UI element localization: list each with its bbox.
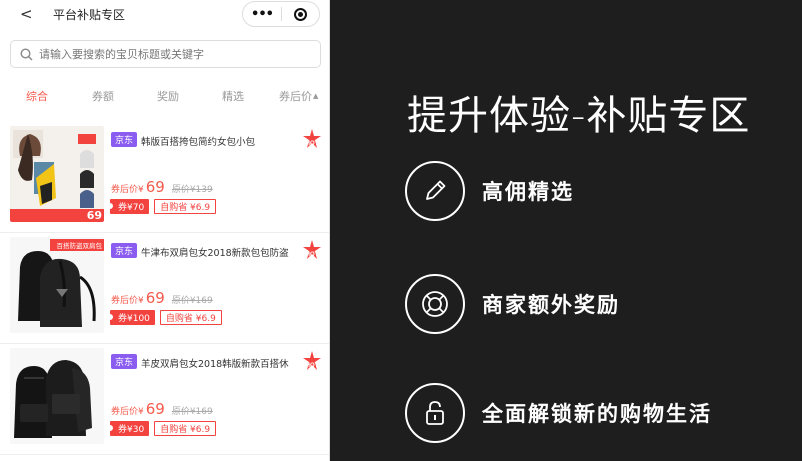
svg-text:HOT: HOT <box>306 363 319 369</box>
product-title: 牛津布双肩包女2018新款包包防盗 <box>141 248 289 259</box>
coupon-row: 券¥70 自购省 ¥6.9 <box>106 199 217 214</box>
original-price: 原价¥169 <box>171 296 213 306</box>
original-price: 原价¥169 <box>171 407 213 417</box>
svg-text:HOT: HOT <box>306 252 319 258</box>
thumbnail-sticker: 百搭防盗双肩包 <box>56 242 103 250</box>
tab-reward[interactable]: 奖励 <box>157 88 179 104</box>
product-card[interactable]: 69 京东 韩版百搭挎包简约女包小包 HOT 券后价¥ 69 原价¥139 券¥… <box>0 122 329 233</box>
sort-tabs: 综合 券额 奖励 精选 券后价▲ <box>0 88 329 108</box>
backpack-image <box>10 237 104 333</box>
coupon-badge: 券¥70 <box>106 199 150 214</box>
mini-program-screen: < 平台补贴专区 ••• 请输入要搜索的宝贝标题或关键字 综合 券额 奖励 精选… <box>0 0 330 461</box>
promo-panel: 提升体验-补贴专区 高佣精选 商家额外奖励 全面解锁新的购物生活 <box>331 0 802 461</box>
tab-coupon-amount[interactable]: 券额 <box>92 88 114 104</box>
hot-icon: HOT <box>303 351 321 370</box>
thumbnail-price-sticker: 69 <box>86 209 102 222</box>
back-icon[interactable]: < <box>20 5 33 23</box>
price-value: 69 <box>145 178 165 196</box>
hot-icon: HOT <box>303 240 321 259</box>
self-buy-save-badge: 自购省 ¥6.9 <box>154 421 217 436</box>
self-buy-save-badge: 自购省 ¥6.9 <box>154 199 217 214</box>
product-thumbnail <box>10 348 104 444</box>
hot-icon: HOT <box>303 129 321 148</box>
search-input[interactable]: 请输入要搜索的宝贝标题或关键字 <box>39 46 204 62</box>
promo-headline: 提升体验-补贴专区 <box>407 93 751 139</box>
leather-backpack-image <box>10 348 104 444</box>
feature-item: 全面解锁新的购物生活 <box>405 383 712 443</box>
price-row: 券后价¥ 69 原价¥169 <box>111 289 213 307</box>
sort-arrow-icon: ▲ <box>313 92 319 100</box>
handbag-image <box>10 126 104 222</box>
page-title: 平台补贴专区 <box>53 8 126 22</box>
platform-badge: 京东 <box>111 243 138 258</box>
lock-icon <box>405 383 465 443</box>
price-label: 券后价¥ <box>111 185 144 195</box>
price-row: 券后价¥ 69 原价¥169 <box>111 400 213 418</box>
platform-badge: 京东 <box>111 132 138 147</box>
lifebuoy-icon <box>405 274 465 334</box>
search-bar[interactable]: 请输入要搜索的宝贝标题或关键字 <box>10 40 321 68</box>
coupon-row: 券¥100 自购省 ¥6.9 <box>107 310 222 325</box>
product-thumbnail: 69 <box>10 126 104 222</box>
price-label: 券后价¥ <box>111 407 144 417</box>
feature-label: 高佣精选 <box>482 180 574 204</box>
close-target-icon <box>293 7 307 21</box>
coupon-row: 券¥30 自购省 ¥6.9 <box>106 421 217 436</box>
feature-item: 商家额外奖励 <box>405 274 620 334</box>
tab-label: 券后价 <box>279 90 312 103</box>
tab-price-after-coupon[interactable]: 券后价▲ <box>279 88 318 104</box>
coupon-badge: 券¥30 <box>106 421 150 436</box>
feature-label: 商家额外奖励 <box>482 293 620 317</box>
product-title: 羊皮双肩包女2018韩版新款百搭休 <box>141 359 289 370</box>
product-card[interactable]: 百搭防盗双肩包 京东 牛津布双肩包女2018新款包包防盗 HOT 券后价¥ 69… <box>0 233 329 344</box>
svg-text:HOT: HOT <box>306 141 319 147</box>
product-card[interactable]: 京东 羊皮双肩包女2018韩版新款百搭休 HOT 券后价¥ 69 原价¥169 … <box>0 344 329 455</box>
self-buy-save-badge: 自购省 ¥6.9 <box>159 310 222 325</box>
price-value: 69 <box>145 400 165 418</box>
capsule-menu: ••• <box>242 1 320 27</box>
more-icon[interactable]: ••• <box>243 7 281 22</box>
price-value: 69 <box>145 289 165 307</box>
product-list: 69 京东 韩版百搭挎包简约女包小包 HOT 券后价¥ 69 原价¥139 券¥… <box>0 122 329 455</box>
coupon-badge: 券¥100 <box>107 310 155 325</box>
navbar: < 平台补贴专区 ••• <box>0 0 329 30</box>
price-row: 券后价¥ 69 原价¥139 <box>111 178 213 196</box>
feature-label: 全面解锁新的购物生活 <box>482 402 712 426</box>
product-title: 韩版百搭挎包简约女包小包 <box>141 137 256 148</box>
original-price: 原价¥139 <box>171 185 213 195</box>
tab-comprehensive[interactable]: 综合 <box>26 88 48 104</box>
tab-selected[interactable]: 精选 <box>222 88 244 104</box>
search-icon <box>20 47 33 60</box>
pencil-icon <box>405 161 465 221</box>
close-button[interactable] <box>282 7 319 21</box>
platform-badge: 京东 <box>111 354 138 369</box>
feature-item: 高佣精选 <box>405 161 574 221</box>
price-label: 券后价¥ <box>111 296 144 306</box>
product-thumbnail: 百搭防盗双肩包 <box>10 237 104 333</box>
